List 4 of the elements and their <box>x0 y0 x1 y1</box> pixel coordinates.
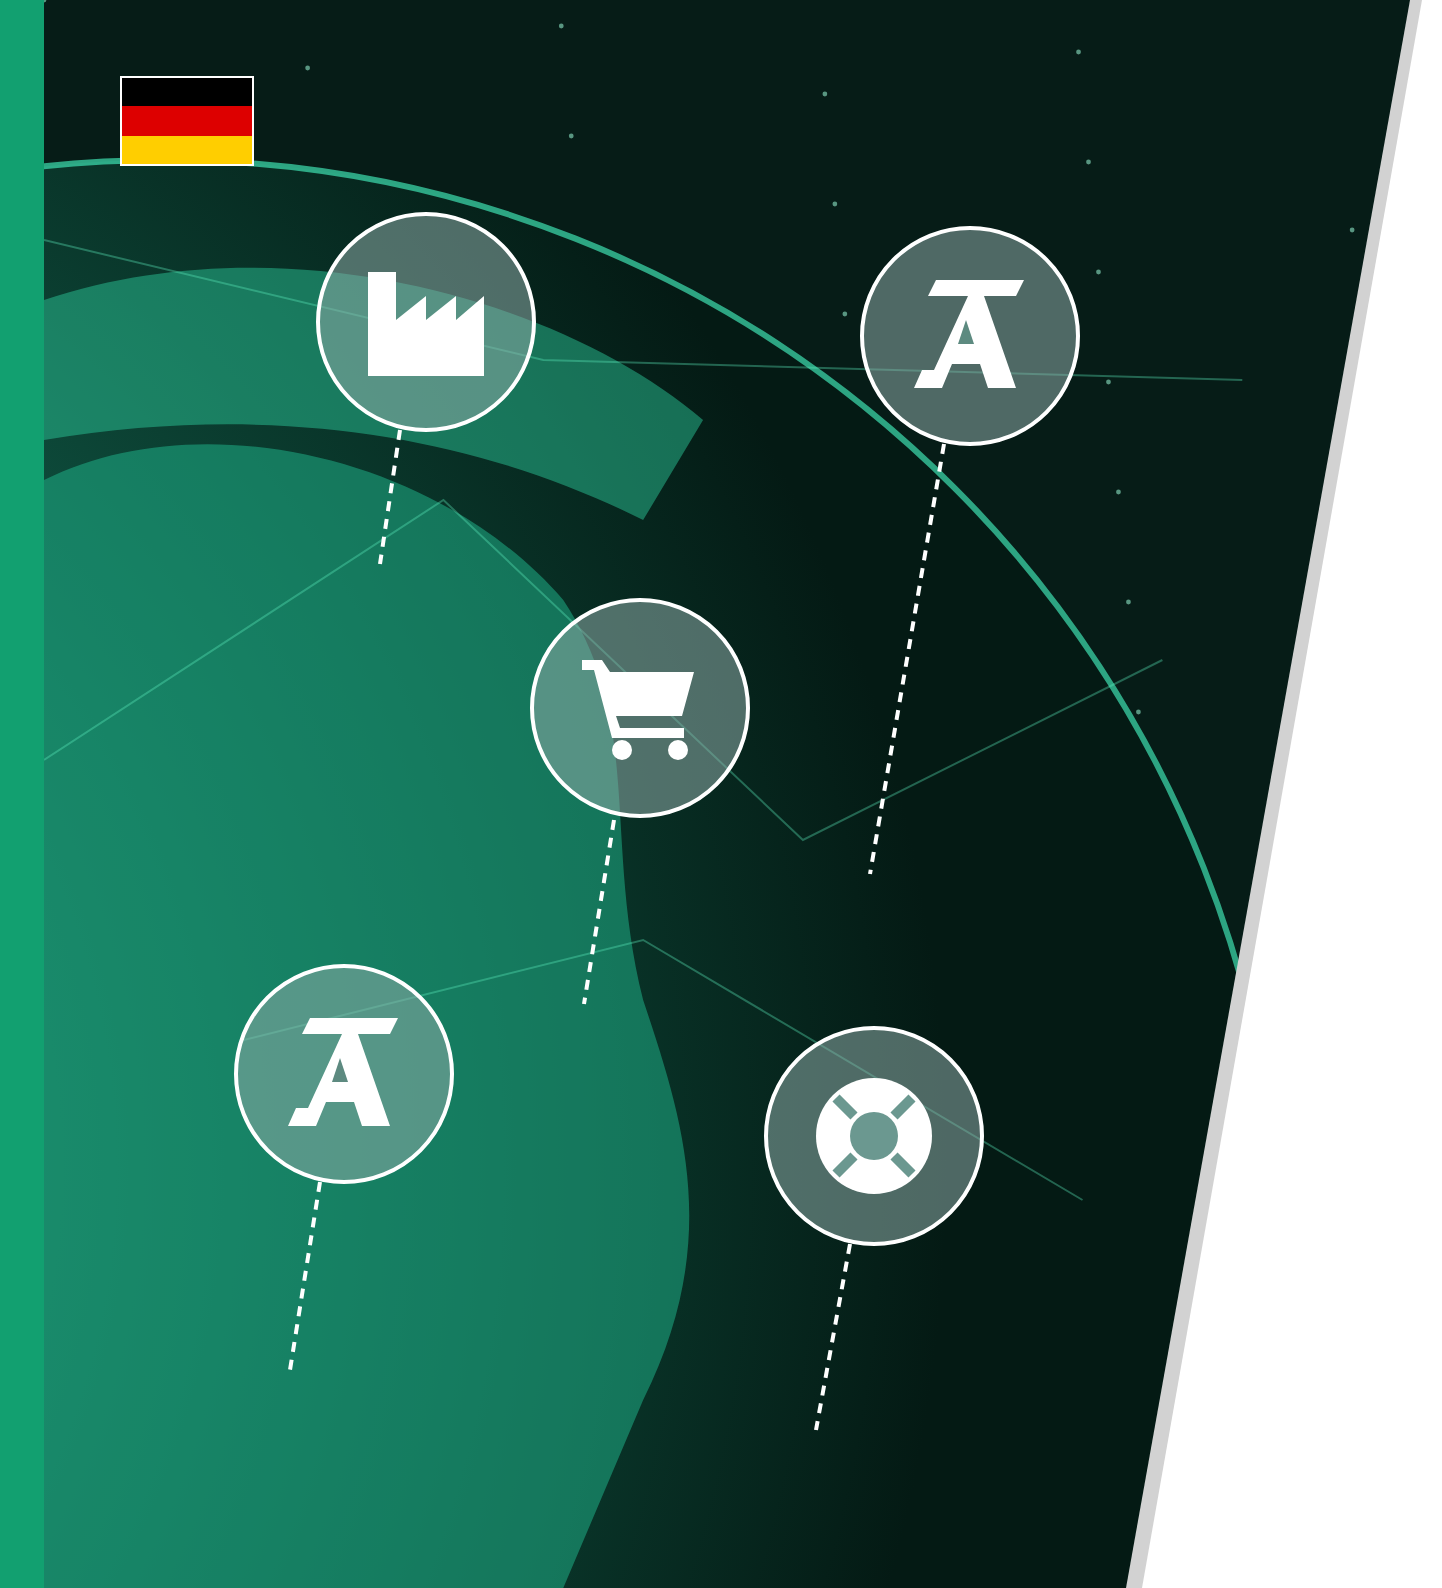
leader-line <box>378 429 402 565</box>
factory-icon <box>364 268 488 376</box>
flag-icon[interactable] <box>120 76 254 166</box>
lifebuoy-icon <box>812 1074 936 1198</box>
